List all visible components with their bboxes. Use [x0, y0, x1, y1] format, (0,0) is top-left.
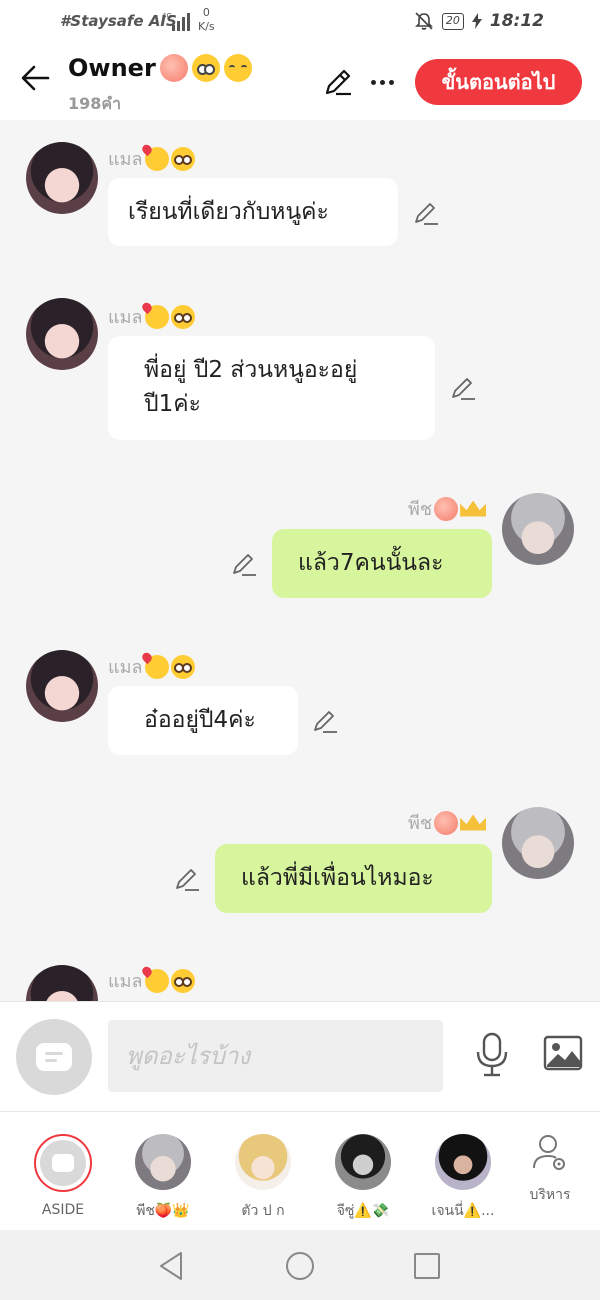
next-step-button[interactable]: ขั้นตอนต่อไป [415, 59, 582, 105]
edit-message-icon[interactable] [449, 374, 477, 402]
character-label: จีซู่⚠️💸 [336, 1203, 390, 1219]
chat-area[interactable]: แมล เรียนที่เดียวกับหนูค่ะ แมล พี่อยู่ ป… [0, 120, 600, 1001]
nav-back-icon[interactable] [158, 1251, 184, 1281]
user-settings-icon [533, 1135, 565, 1170]
sender-name-text: พีช [408, 499, 433, 520]
sender-name-text: พีช [408, 813, 433, 834]
message-bubble[interactable]: อ๋ออยู่ปี4ค่ะ [108, 686, 298, 755]
message-bubble[interactable]: เรียนที่เดียวกับหนูค่ะ [108, 178, 398, 246]
image-icon[interactable] [543, 1035, 583, 1071]
carrier-label: #Staysafe AIS [60, 12, 177, 30]
flushed-face-icon [191, 54, 220, 82]
bell-muted-icon [414, 12, 433, 30]
avatar[interactable] [26, 298, 98, 370]
clock: 18:12 [489, 11, 544, 31]
edit-message-icon[interactable] [230, 550, 258, 578]
sender-name-text: แมล [108, 307, 143, 328]
battery-indicator: 20 [441, 12, 464, 30]
system-nav-bar [0, 1230, 600, 1300]
aside-menu-button[interactable] [16, 1019, 92, 1095]
sender-name-text: แมล [108, 149, 143, 170]
character-label: ตัว ป ก [241, 1203, 285, 1219]
character-bar: ASIDE พีช🍑👑 ตัว ป ก จีซู่⚠️💸 เจนนี่⚠️...… [0, 1111, 600, 1230]
avatar[interactable] [502, 807, 574, 879]
edit-message-icon[interactable] [173, 865, 201, 893]
sender-name: แมล [108, 652, 195, 681]
sender-name: พีช [408, 808, 487, 837]
sender-name: แมล [108, 302, 195, 331]
nav-home-icon[interactable] [286, 1252, 314, 1280]
edit-pencil-icon[interactable] [322, 66, 354, 98]
pleading-face-icon [170, 654, 195, 679]
crown-icon [460, 814, 487, 831]
message-bubble[interactable]: แล้วพี่มีเพื่อนไหมอะ [215, 844, 492, 913]
sender-name-text: แมล [108, 657, 143, 678]
edit-message-icon[interactable] [412, 199, 440, 227]
message-input[interactable] [108, 1020, 443, 1092]
network-type-label: 4G [162, 12, 172, 20]
character-avatar [335, 1134, 391, 1190]
avatar[interactable] [26, 965, 98, 1001]
microphone-icon[interactable] [474, 1032, 510, 1078]
sender-name: แมล [108, 144, 195, 173]
signal-icon: 4G [162, 12, 190, 31]
character-aside[interactable]: ASIDE [18, 1134, 108, 1218]
avatar[interactable] [502, 493, 574, 565]
chat-bubble-icon [52, 1154, 74, 1172]
character-label: ASIDE [41, 1202, 85, 1218]
sender-name-text: แมล [108, 971, 143, 992]
edit-message-icon[interactable] [311, 707, 339, 735]
peach-icon [159, 54, 188, 82]
character-item[interactable]: เจนนี่⚠️... [418, 1134, 508, 1222]
character-avatar [135, 1134, 191, 1190]
aside-avatar [34, 1134, 92, 1192]
page-title-text: Owner [68, 54, 156, 82]
character-label: พีช🍑👑 [136, 1203, 190, 1219]
character-item[interactable]: จีซู่⚠️💸 [318, 1134, 408, 1222]
peach-icon [434, 810, 459, 835]
pleading-face-icon [170, 146, 195, 171]
crown-icon [460, 500, 487, 517]
network-speed-unit: K/s [198, 20, 215, 33]
pleading-face-icon [170, 968, 195, 993]
chat-header: Owner 198คำ ขั้นตอนต่อไป [0, 44, 600, 120]
character-item[interactable]: ตัว ป ก [218, 1134, 308, 1222]
back-arrow-icon[interactable] [18, 60, 54, 96]
character-avatar [435, 1134, 491, 1190]
peach-icon [434, 496, 459, 521]
smiling-hearts-icon [144, 146, 169, 171]
character-item[interactable]: พีช🍑👑 [118, 1134, 208, 1222]
character-label: เจนนี่⚠️... [431, 1203, 495, 1219]
status-right: 20 18:12 [414, 11, 544, 31]
network-speed-value: 0 [202, 6, 210, 19]
kissing-face-icon [223, 54, 252, 82]
status-bar: #Staysafe AIS 4G 0 K/s 20 18:12 [0, 0, 600, 44]
nav-recents-icon[interactable] [414, 1253, 440, 1279]
avatar[interactable] [26, 650, 98, 722]
smiling-hearts-icon [144, 654, 169, 679]
smiling-hearts-icon [144, 304, 169, 329]
chat-bubble-icon [36, 1043, 72, 1071]
page-title: Owner [68, 54, 252, 82]
message-bubble[interactable]: แล้ว7คนนั้นละ [272, 529, 492, 598]
more-options-icon[interactable] [366, 66, 398, 98]
charging-icon [471, 13, 482, 29]
sender-name: แมล [108, 966, 195, 995]
word-count: 198คำ [68, 94, 122, 113]
character-avatar [235, 1134, 291, 1190]
pleading-face-icon [170, 304, 195, 329]
network-speed: 0 K/s [198, 6, 215, 34]
message-bubble[interactable]: พี่อยู่ ปี2 ส่วนหนูอะอยู่ ปี1ค่ะ [108, 336, 435, 440]
avatar[interactable] [26, 142, 98, 214]
manage-label: บริหาร [529, 1187, 571, 1203]
smiling-hearts-icon [144, 968, 169, 993]
composer [0, 1001, 600, 1111]
manage-button[interactable]: บริหาร [520, 1134, 580, 1206]
sender-name: พีช [408, 494, 487, 523]
